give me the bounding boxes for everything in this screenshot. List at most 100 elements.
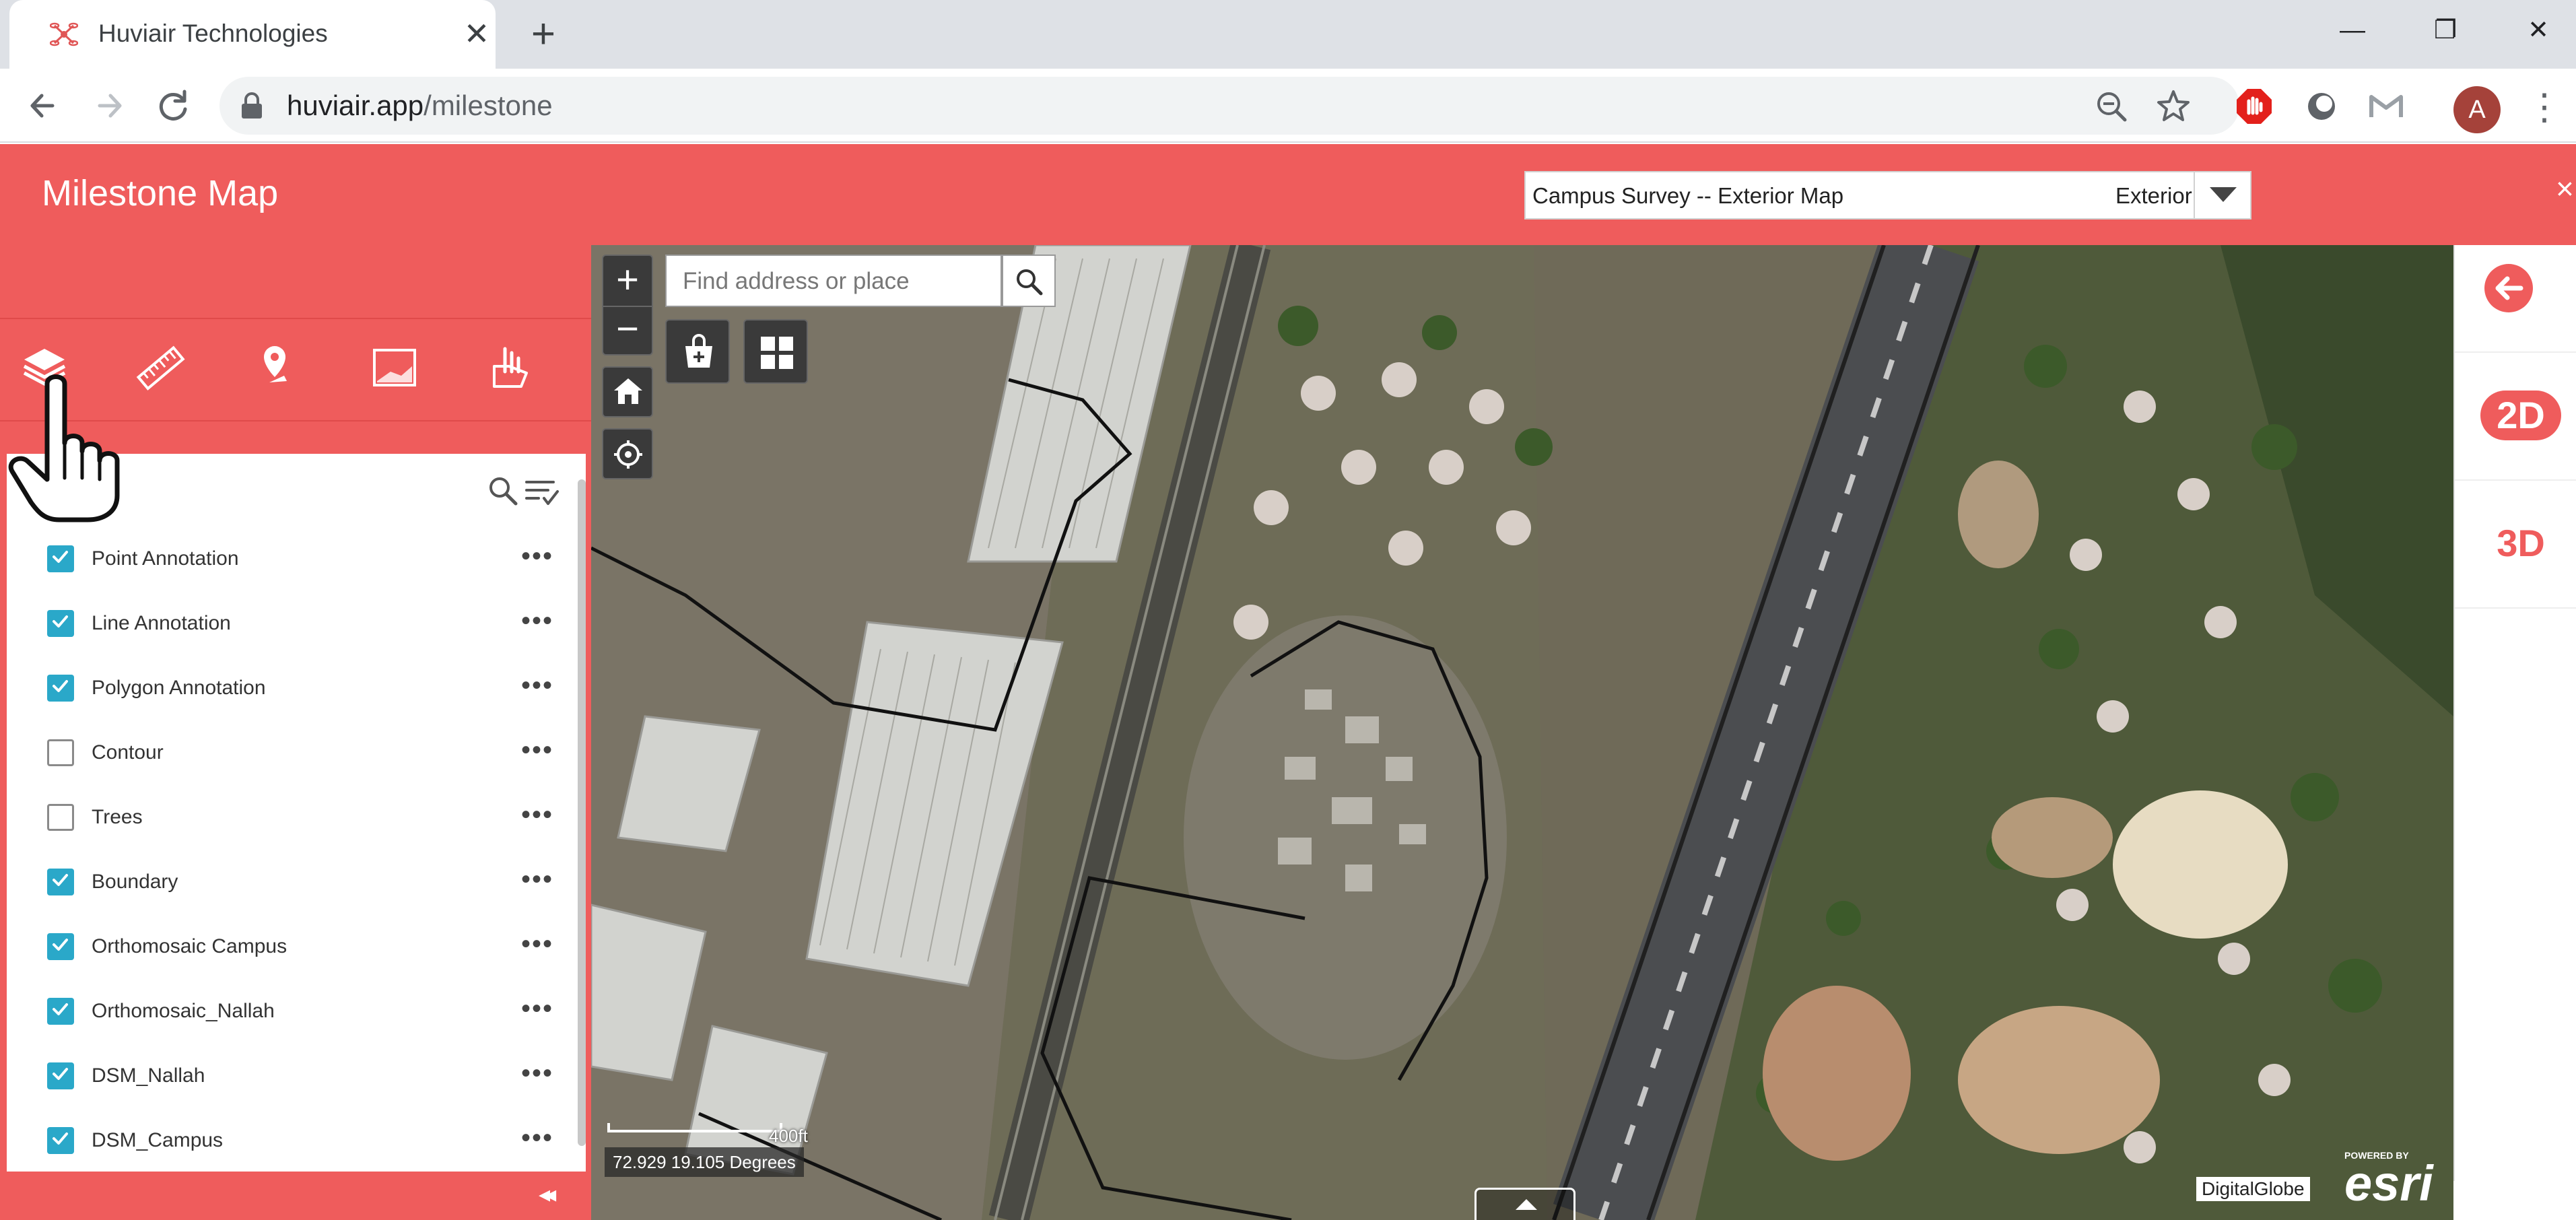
more-options-icon[interactable]: ••• [521, 865, 553, 894]
collapse-panel-button[interactable]: ◂◂ [539, 1180, 556, 1209]
more-options-icon[interactable]: ••• [521, 541, 553, 571]
address-bar[interactable]: huviair.app/milestone [219, 77, 2239, 135]
more-options-icon[interactable]: ••• [521, 1058, 553, 1088]
layer-label: Orthomosaic Campus [92, 935, 287, 957]
ruler-icon[interactable] [132, 339, 189, 396]
coordinate-readout: 72.929 19.105 Degrees [605, 1147, 804, 1177]
minimize-window-button[interactable]: — [2326, 12, 2379, 48]
panel-header [0, 245, 591, 318]
layer-row[interactable]: Point Annotation ••• [47, 527, 566, 591]
rail-3d-cell: 3D [2455, 481, 2576, 609]
home-extent-button[interactable] [602, 366, 653, 417]
view-3d-button[interactable]: 3D [2480, 518, 2561, 568]
layer-row[interactable]: Contour ••• [47, 720, 566, 785]
layer-checkbox[interactable] [47, 804, 74, 831]
layer-checkbox[interactable] [47, 675, 74, 702]
layer-checkbox[interactable] [47, 610, 74, 637]
panel-scrollbar[interactable] [578, 479, 586, 1146]
new-tab-button[interactable]: + [522, 13, 564, 57]
search-icon [1017, 269, 1043, 296]
layer-checkbox[interactable] [47, 545, 74, 572]
gmail-extension-icon[interactable] [2367, 88, 2405, 125]
profile-avatar[interactable]: A [2453, 86, 2501, 133]
layer-row[interactable]: Polygon Annotation ••• [47, 656, 566, 720]
layer-label: Boundary [92, 871, 178, 893]
layer-label: DSM_Nallah [92, 1064, 205, 1087]
zoom-out-button[interactable]: − [603, 306, 652, 354]
adblock-extension-icon[interactable] [2235, 88, 2273, 125]
layer-checkbox[interactable] [47, 998, 74, 1025]
rail-2d-cell: 2D [2455, 353, 2576, 481]
esri-wordmark: esri [2344, 1155, 2433, 1211]
bookmark-star-icon[interactable] [2155, 88, 2192, 125]
basemap-gallery-button[interactable] [743, 319, 808, 384]
layer-label: Line Annotation [92, 612, 231, 634]
layer-checkbox[interactable] [47, 739, 74, 766]
hand-pointer-cursor-icon [8, 374, 120, 522]
check-icon [53, 874, 68, 886]
map-bottom-drawer-handle[interactable] [1475, 1188, 1575, 1220]
check-icon [53, 1068, 68, 1080]
browser-tab[interactable]: Huviair Technologies ✕ [9, 0, 496, 69]
zoom-controls: + − [602, 255, 653, 355]
map-search-button[interactable] [1002, 255, 1056, 307]
more-options-icon[interactable]: ••• [521, 735, 553, 765]
browser-menu-icon[interactable]: ⋮ [2526, 83, 2563, 131]
layer-row[interactable]: Orthomosaic_Nallah ••• [47, 979, 566, 1044]
layer-checkbox[interactable] [47, 1062, 74, 1089]
url-path: /milestone [423, 90, 553, 121]
back-arrow-circle-icon[interactable] [2483, 263, 2534, 314]
layer-checkbox[interactable] [47, 869, 74, 895]
zoom-out-icon[interactable] [2093, 88, 2130, 125]
more-options-icon[interactable]: ••• [521, 800, 553, 829]
search-icon[interactable] [486, 474, 518, 506]
layer-row[interactable]: DSM_Nallah ••• [47, 1044, 566, 1108]
map-view[interactable]: Find address or place + − 400ft 72.929 1… [591, 245, 2453, 1220]
more-options-icon[interactable]: ••• [521, 994, 553, 1023]
map-frame-icon[interactable] [366, 339, 423, 396]
view-2d-button[interactable]: 2D [2480, 391, 2561, 440]
circle-extension-icon[interactable] [2303, 88, 2340, 125]
layer-row[interactable]: DSM_Campus ••• [47, 1108, 566, 1173]
project-select[interactable]: Campus Survey -- Exterior Map Exterior [1524, 171, 2251, 219]
restore-window-button[interactable]: ❐ [2418, 12, 2472, 48]
close-window-button[interactable]: ✕ [2511, 12, 2565, 48]
more-options-icon[interactable]: ••• [521, 606, 553, 636]
header-close-icon[interactable]: × [2556, 168, 2574, 209]
more-options-icon[interactable]: ••• [521, 1123, 553, 1153]
project-name: Campus Survey -- Exterior Map [1532, 183, 1844, 208]
layer-row[interactable]: Line Annotation ••• [47, 591, 566, 656]
lock-icon [242, 92, 262, 118]
tab-title: Huviair Technologies [98, 20, 328, 47]
layer-row[interactable]: Boundary ••• [47, 850, 566, 914]
layer-row[interactable]: Orthomosaic Campus ••• [47, 914, 566, 979]
reload-icon[interactable] [149, 82, 197, 129]
url-domain: huviair.app [287, 90, 424, 121]
map-search-input[interactable]: Find address or place [665, 255, 1002, 307]
page-title: Milestone Map [42, 173, 279, 213]
locate-icon [614, 440, 642, 469]
scale-label: 400ft [769, 1126, 808, 1146]
more-options-icon[interactable]: ••• [521, 671, 553, 700]
more-options-icon[interactable]: ••• [521, 929, 553, 959]
add-layer-button[interactable] [665, 319, 730, 384]
chevron-up-icon [1516, 1199, 1537, 1210]
layer-checkbox[interactable] [47, 933, 74, 960]
tab-close-icon[interactable]: ✕ [459, 16, 494, 51]
marker-pin-icon[interactable] [249, 339, 306, 396]
layer-checkbox[interactable] [47, 1127, 74, 1154]
panel-footer: ◂◂ [0, 1172, 591, 1220]
project-dropdown-toggle[interactable] [2194, 172, 2251, 218]
swipe-tool-icon[interactable] [482, 339, 539, 396]
rail-back-cell [2455, 245, 2576, 353]
forward-arrow-icon[interactable] [86, 82, 133, 129]
layer-row[interactable]: Trees ••• [47, 785, 566, 850]
zoom-in-button[interactable]: + [603, 256, 652, 304]
layer-label: Orthomosaic_Nallah [92, 1000, 275, 1022]
layer-label: Contour [92, 741, 164, 764]
locate-button[interactable] [602, 428, 653, 479]
back-arrow-icon[interactable] [19, 82, 66, 129]
app-header: Milestone Map Campus Survey -- Exterior … [0, 144, 2576, 245]
filter-list-icon[interactable] [524, 475, 559, 508]
layer-label: Polygon Annotation [92, 677, 266, 699]
